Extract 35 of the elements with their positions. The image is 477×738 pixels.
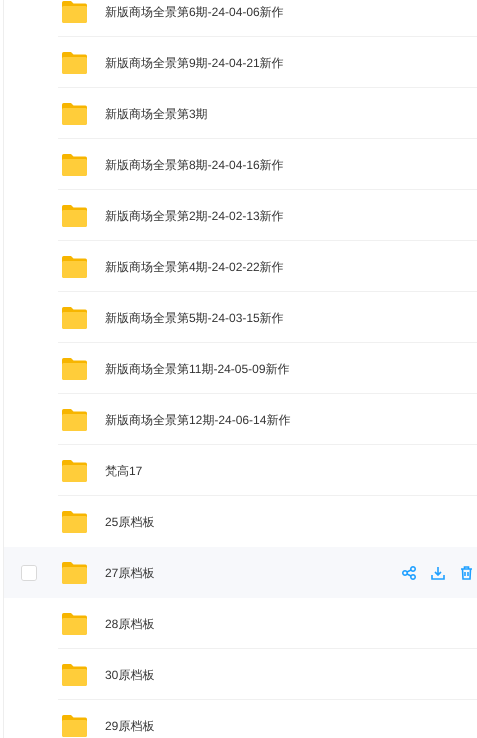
folder-icon: [62, 52, 87, 74]
folder-icon: [62, 460, 87, 482]
folder-name[interactable]: 新版商场全景第12期-24-06-14新作: [105, 410, 477, 428]
folder-name[interactable]: 25原档板: [105, 512, 477, 530]
folder-icon: [62, 562, 87, 584]
folder-icon: [62, 306, 87, 328]
share-icon[interactable]: [402, 566, 416, 580]
folder-icon: [62, 612, 87, 634]
delete-icon[interactable]: [460, 566, 473, 580]
folder-icon: [62, 154, 87, 176]
folder-icon: [62, 0, 87, 22]
folder-name[interactable]: 28原档板: [105, 614, 477, 632]
folder-icon: [62, 408, 87, 430]
folder-name[interactable]: 新版商场全景第3期: [105, 104, 477, 122]
folder-name[interactable]: 29原档板: [105, 716, 477, 734]
folder-icon: [62, 714, 87, 736]
folder-icon: [62, 102, 87, 124]
folder-icon: [62, 664, 87, 686]
folder-name[interactable]: 新版商场全景第9期-24-04-21新作: [105, 54, 477, 72]
folder-name[interactable]: 新版商场全景第5期-24-03-15新作: [105, 308, 477, 326]
folder-name[interactable]: 新版商场全景第8期-24-04-16新作: [105, 156, 477, 174]
folder-icon: [62, 358, 87, 380]
folder-icon: [62, 256, 87, 278]
download-icon[interactable]: [431, 566, 445, 580]
folder-name[interactable]: 新版商场全景第4期-24-02-22新作: [105, 258, 477, 276]
folder-name[interactable]: 梵高17: [105, 462, 477, 480]
folder-name[interactable]: 新版商场全景第6期-24-04-06新作: [105, 2, 477, 20]
checkbox[interactable]: [21, 564, 37, 580]
folder-name[interactable]: 30原档板: [105, 666, 477, 684]
folder-icon: [62, 204, 87, 226]
folder-name[interactable]: 新版商场全景第11期-24-05-09新作: [105, 360, 477, 378]
folder-icon: [62, 510, 87, 532]
folder-name[interactable]: 新版商场全景第2期-24-02-13新作: [105, 206, 477, 224]
file-row[interactable]: 27原档板: [4, 547, 477, 598]
folder-name[interactable]: 27原档板: [105, 564, 402, 582]
